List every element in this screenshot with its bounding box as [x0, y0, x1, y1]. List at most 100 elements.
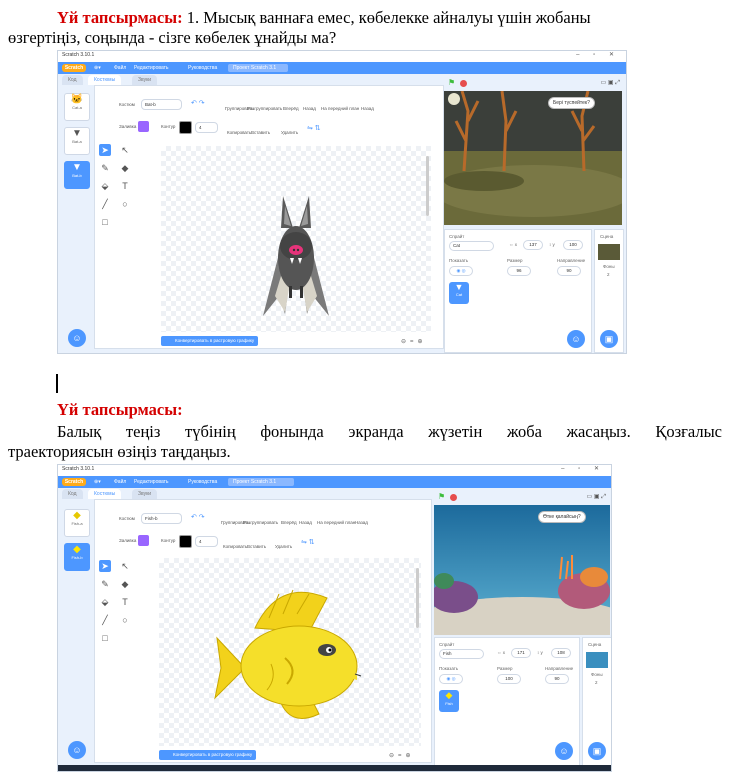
costume-thumb-2[interactable]: ◆ Fish-b — [64, 543, 90, 571]
undo-icon[interactable]: ↶ ↷ — [191, 99, 205, 107]
toolbar-ungroup[interactable]: Разгруппировать — [243, 520, 278, 525]
tab-costumes[interactable]: Костюмы — [88, 75, 122, 85]
x-input[interactable]: 171 — [511, 648, 531, 658]
toolbar-front[interactable]: На передний план — [317, 520, 355, 525]
rectangle-tool-icon[interactable]: □ — [99, 216, 111, 228]
toolbar-front[interactable]: На передний план — [321, 106, 359, 111]
stage-size-icons[interactable]: ▭ ▣ ⤢ — [601, 79, 620, 87]
text-tool-icon[interactable]: T — [119, 596, 131, 608]
scratch-logo[interactable]: Scratch — [62, 478, 86, 486]
outline-color-swatch[interactable] — [179, 121, 192, 134]
fill-tool-icon[interactable]: ⬙ — [99, 180, 111, 192]
menu-edit[interactable]: Редактировать — [134, 479, 169, 485]
sprite-tile[interactable]: ◆ Fish — [439, 690, 459, 712]
undo-icon[interactable]: ↶ ↷ — [191, 513, 205, 521]
copy-button[interactable]: Копировать — [227, 130, 251, 135]
flip-icon[interactable]: ⇋ ⇅ — [301, 538, 315, 546]
costume-thumb-1[interactable]: 🐱 Cat-a — [64, 93, 90, 121]
flip-icon[interactable]: ⇋ ⇅ — [307, 124, 321, 132]
text-tool-icon[interactable]: T — [119, 180, 131, 192]
backdrop-thumb[interactable] — [598, 244, 620, 260]
toolbar-backward[interactable]: Назад — [299, 520, 312, 525]
y-input[interactable]: 108 — [551, 648, 571, 658]
globe-icon[interactable]: ⊕▾ — [94, 479, 101, 485]
canvas-scrollbar[interactable] — [426, 156, 429, 216]
scratch-logo[interactable]: Scratch — [62, 64, 86, 72]
select-tool-icon[interactable]: ➤ — [99, 560, 111, 572]
size-input[interactable]: 96 — [507, 266, 531, 276]
toolbar-back[interactable]: Назад — [355, 520, 368, 525]
show-toggle[interactable]: ◉ ◎ — [439, 674, 463, 684]
reshape-tool-icon[interactable]: ↖ — [119, 560, 131, 572]
menu-tutorials[interactable]: Руководства — [188, 479, 217, 485]
stop-icon[interactable] — [450, 494, 457, 501]
paint-canvas[interactable] — [161, 146, 431, 332]
copy-button[interactable]: Копировать — [223, 544, 247, 549]
canvas-scrollbar[interactable] — [416, 568, 419, 628]
delete-button[interactable]: Удалить — [281, 130, 298, 135]
window-controls[interactable]: – ▫ ✕ — [576, 51, 620, 58]
green-flag-icon[interactable]: ⚑ — [438, 493, 446, 501]
tab-sounds[interactable]: Звуки — [132, 75, 158, 85]
circle-tool-icon[interactable]: ○ — [119, 614, 131, 626]
add-costume-button[interactable]: ☺ — [68, 741, 86, 759]
sprite-name-input[interactable]: Fish — [439, 649, 484, 659]
green-flag-icon[interactable]: ⚑ — [448, 79, 456, 87]
reshape-tool-icon[interactable]: ↖ — [119, 144, 131, 156]
brush-tool-icon[interactable]: ✎ — [99, 578, 111, 590]
toolbar-ungroup[interactable]: Разгруппировать — [247, 106, 282, 111]
select-tool-icon[interactable]: ➤ — [99, 144, 111, 156]
costume-thumb-3[interactable]: ▼ Bat-b — [64, 161, 90, 189]
add-backdrop-button[interactable]: ▣ — [588, 742, 606, 760]
menu-tutorials[interactable]: Руководства — [188, 65, 217, 71]
stage[interactable]: Өтке қалайсың? — [434, 505, 610, 635]
fill-color-swatch[interactable] — [138, 121, 149, 132]
add-sprite-button[interactable]: ☺ — [555, 742, 573, 760]
toolbar-back[interactable]: Назад — [361, 106, 374, 111]
convert-bitmap-button[interactable]: Конвертировать в растровую графику — [161, 336, 259, 346]
convert-bitmap-button[interactable]: Конвертировать в растровую графику — [159, 750, 257, 760]
stop-icon[interactable] — [460, 80, 467, 87]
backdrop-thumb[interactable] — [586, 652, 608, 668]
costume-name-input[interactable]: Bat-b — [141, 99, 182, 110]
rectangle-tool-icon[interactable]: □ — [99, 632, 111, 644]
paste-button[interactable]: Вставить — [251, 130, 270, 135]
stage[interactable]: Бері түспейтек? — [444, 91, 622, 225]
line-tool-icon[interactable]: ╱ — [99, 614, 111, 626]
paste-button[interactable]: Вставить — [247, 544, 266, 549]
tab-costumes[interactable]: Костюмы — [88, 489, 122, 499]
fill-tool-icon[interactable]: ⬙ — [99, 596, 111, 608]
project-title-field[interactable]: Проект Scratch 3.1 — [228, 478, 294, 486]
costume-name-input[interactable]: Fish-b — [141, 513, 182, 524]
add-backdrop-button[interactable]: ▣ — [600, 330, 618, 348]
tab-code[interactable]: Код — [62, 75, 83, 85]
direction-input[interactable]: 90 — [545, 674, 569, 684]
outline-width-input[interactable]: 4 — [195, 122, 218, 133]
window-controls[interactable]: – ▫ ✕ — [561, 465, 605, 472]
delete-button[interactable]: Удалить — [275, 544, 292, 549]
add-sprite-button[interactable]: ☺ — [567, 330, 585, 348]
paint-canvas[interactable] — [159, 558, 421, 746]
globe-icon[interactable]: ⊕▾ — [94, 65, 101, 71]
tab-code[interactable]: Код — [62, 489, 83, 499]
zoom-controls[interactable]: ⊖=⊕ — [389, 752, 415, 759]
outline-color-swatch[interactable] — [179, 535, 192, 548]
brush-tool-icon[interactable]: ✎ — [99, 162, 111, 174]
toolbar-forward[interactable]: Вперёд — [281, 520, 297, 525]
eraser-tool-icon[interactable]: ◆ — [119, 578, 131, 590]
toolbar-forward[interactable]: Вперёд — [283, 106, 299, 111]
zoom-controls[interactable]: ⊖=⊕ — [401, 338, 427, 345]
toolbar-backward[interactable]: Назад — [303, 106, 316, 111]
sprite-name-input[interactable]: Cat — [449, 241, 494, 251]
costume-thumb-1[interactable]: ◆ Fish-a — [64, 509, 90, 537]
direction-input[interactable]: 90 — [557, 266, 581, 276]
circle-tool-icon[interactable]: ○ — [119, 198, 131, 210]
stage-size-icons[interactable]: ▭ ▣ ⤢ — [587, 493, 606, 501]
project-title-field[interactable]: Проект Scratch 3.1 — [228, 64, 288, 72]
menu-file[interactable]: Файл — [114, 479, 126, 485]
sprite-tile[interactable]: ▼ Cat — [449, 282, 469, 304]
tab-sounds[interactable]: Звуки — [132, 489, 158, 499]
outline-width-input[interactable]: 4 — [195, 536, 218, 547]
menu-file[interactable]: Файл — [114, 65, 126, 71]
line-tool-icon[interactable]: ╱ — [99, 198, 111, 210]
